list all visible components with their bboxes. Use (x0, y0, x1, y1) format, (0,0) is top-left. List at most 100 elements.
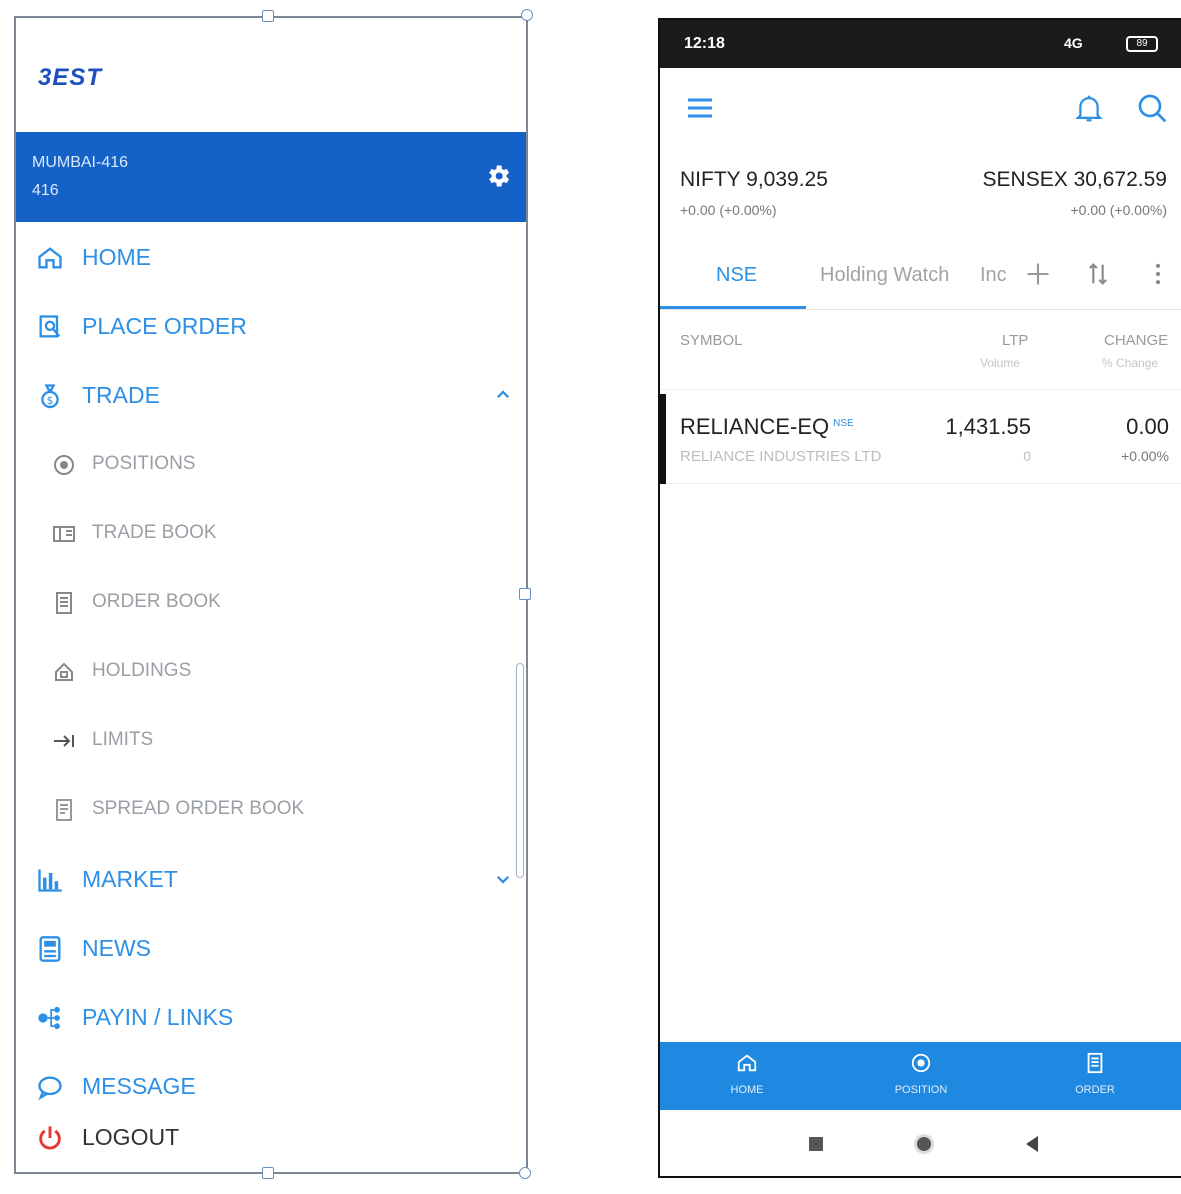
positions-icon (911, 1053, 931, 1073)
sensex-change: +0.00 (+0.00%) (1070, 202, 1167, 218)
nifty-label: NIFTY (680, 168, 741, 191)
power-icon (39, 1126, 61, 1150)
tab-nse[interactable]: NSE (716, 264, 757, 287)
sensex-value: 30,672.59 (1073, 168, 1167, 191)
submenu-label-spread-order-book: SPREAD ORDER BOOK (92, 798, 305, 819)
resize-handle-bottom[interactable] (262, 1167, 274, 1179)
trade-book-icon (53, 526, 75, 542)
signal-indicator: 4G (1064, 35, 1083, 51)
menu-item-news[interactable]: NEWS (16, 919, 526, 979)
resize-handle-top[interactable] (262, 10, 274, 22)
sensex-label: SENSEX (982, 168, 1068, 191)
menu-label-logout: LOGOUT (82, 1124, 180, 1150)
app-toolbar (660, 68, 1181, 148)
bottom-nav-home[interactable]: HOME (660, 1042, 834, 1110)
menu-label-message: MESSAGE (82, 1073, 196, 1099)
place-order-icon (39, 315, 61, 338)
system-navigation-bar (660, 1110, 1181, 1176)
col-symbol: SYMBOL (680, 332, 743, 349)
bottom-nav-order[interactable]: ORDER (1008, 1042, 1181, 1110)
watchlist-tabs: NSE Holding Watch Inc (660, 252, 1181, 310)
submenu-item-trade-book[interactable]: TRADE BOOK (16, 505, 526, 561)
brand-logo: 3EST (38, 64, 103, 91)
submenu-item-positions[interactable]: POSITIONS (16, 436, 526, 492)
submenu-label-order-book: ORDER BOOK (92, 591, 221, 612)
bottom-nav-position[interactable]: POSITION (834, 1042, 1008, 1110)
home-button-icon[interactable] (912, 1132, 936, 1156)
sort-icon[interactable] (1084, 260, 1112, 288)
bottom-nav-home-label: HOME (730, 1084, 764, 1096)
resize-handle-top-right[interactable] (521, 9, 533, 21)
nifty-change: +0.00 (+0.00%) (680, 202, 777, 218)
plus-icon[interactable] (1024, 260, 1052, 288)
menu-item-home[interactable]: HOME (16, 228, 526, 288)
arrow-to-line-icon (54, 735, 74, 747)
bottom-nav-order-label: ORDER (1075, 1084, 1115, 1096)
menu-icon[interactable] (686, 96, 714, 120)
submenu-item-order-book[interactable]: ORDER BOOK (16, 574, 526, 630)
submenu-label-holdings: HOLDINGS (92, 660, 192, 681)
status-bar: 12:18 4G 89 (660, 20, 1181, 68)
row-exchange-badge: NSE (833, 417, 854, 429)
resize-handle-bottom-right[interactable] (519, 1167, 531, 1179)
chevron-up-icon[interactable] (494, 386, 512, 404)
positions-icon (54, 455, 74, 475)
resize-handle-right[interactable] (519, 588, 531, 600)
row-change: 0.00 (1126, 414, 1169, 439)
menu-label-trade: TRADE (82, 382, 160, 408)
battery-icon: 89 (1126, 36, 1158, 52)
gear-icon[interactable] (484, 162, 512, 190)
row-company: RELIANCE INDUSTRIES LTD (680, 448, 882, 465)
holdings-icon (55, 662, 73, 681)
more-vertical-icon[interactable] (1144, 260, 1172, 288)
menu-label-news: NEWS (82, 935, 151, 961)
submenu-label-trade-book: TRADE BOOK (92, 522, 217, 543)
link-tree-icon (38, 1006, 60, 1030)
bottom-nav-position-label: POSITION (894, 1084, 948, 1096)
menu-label-home: HOME (82, 244, 151, 270)
active-tab-indicator (660, 306, 806, 309)
col-volume: Volume (980, 356, 1021, 370)
back-button-icon[interactable] (1020, 1132, 1044, 1156)
submenu-item-holdings[interactable]: HOLDINGS (16, 643, 526, 699)
submenu-item-spread-order-book[interactable]: SPREAD ORDER BOOK (16, 781, 526, 837)
tab-inc[interactable]: Inc (980, 264, 1007, 287)
money-bag-icon: $ (41, 384, 59, 409)
search-icon[interactable] (1136, 92, 1168, 124)
bell-icon[interactable] (1074, 92, 1104, 124)
message-icon (38, 1076, 62, 1101)
col-pct-change: % Change (1102, 356, 1159, 370)
submenu-label-positions: POSITIONS (92, 453, 196, 474)
menu-item-place-order[interactable]: PLACE ORDER (16, 297, 526, 357)
order-book-icon (56, 592, 72, 614)
menu-label-market: MARKET (82, 866, 178, 892)
chevron-down-icon[interactable] (494, 870, 512, 888)
menu-item-trade[interactable]: $ TRADE (16, 366, 526, 426)
column-headers: SYMBOL LTP Volume CHANGE % Change (660, 320, 1181, 390)
home-icon (38, 247, 62, 269)
order-book-icon (1087, 1052, 1103, 1074)
col-ltp: LTP (1002, 332, 1029, 349)
nifty-index[interactable]: NIFTY 9,039.25 +0.00 (+0.00%) (680, 168, 828, 218)
menu-item-payin-links[interactable]: PAYIN / LINKS (16, 988, 526, 1048)
submenu-item-limits[interactable]: LIMITS (16, 712, 526, 768)
submenu-label-limits: LIMITS (92, 729, 154, 750)
row-volume: 0 (1023, 448, 1031, 464)
drawer-scrollbar[interactable] (516, 663, 524, 878)
menu-item-logout[interactable]: LOGOUT (16, 1108, 526, 1168)
menu-label-place-order: PLACE ORDER (82, 313, 247, 339)
spread-order-book-icon (56, 799, 72, 821)
phone-screen: 12:18 4G 89 NIFTY 9,039.25 +0.00 (+0.00%… (658, 18, 1181, 1178)
status-time: 12:18 (684, 35, 725, 52)
tab-holding-watch[interactable]: Holding Watch (820, 264, 949, 287)
news-icon (39, 936, 61, 962)
row-selection-marker (660, 394, 666, 484)
menu-label-payin-links: PAYIN / LINKS (82, 1004, 234, 1030)
account-header: MUMBAI-416 416 (16, 132, 526, 222)
recents-button-icon[interactable] (804, 1132, 828, 1156)
table-row[interactable]: RELIANCE-EQ NSE RELIANCE INDUSTRIES LTD 1… (660, 392, 1181, 484)
sensex-index[interactable]: SENSEX 30,672.59 +0.00 (+0.00%) (983, 168, 1167, 218)
menu-item-market[interactable]: MARKET (16, 850, 526, 910)
bar-chart-icon (38, 869, 62, 892)
nifty-value: 9,039.25 (746, 168, 828, 191)
